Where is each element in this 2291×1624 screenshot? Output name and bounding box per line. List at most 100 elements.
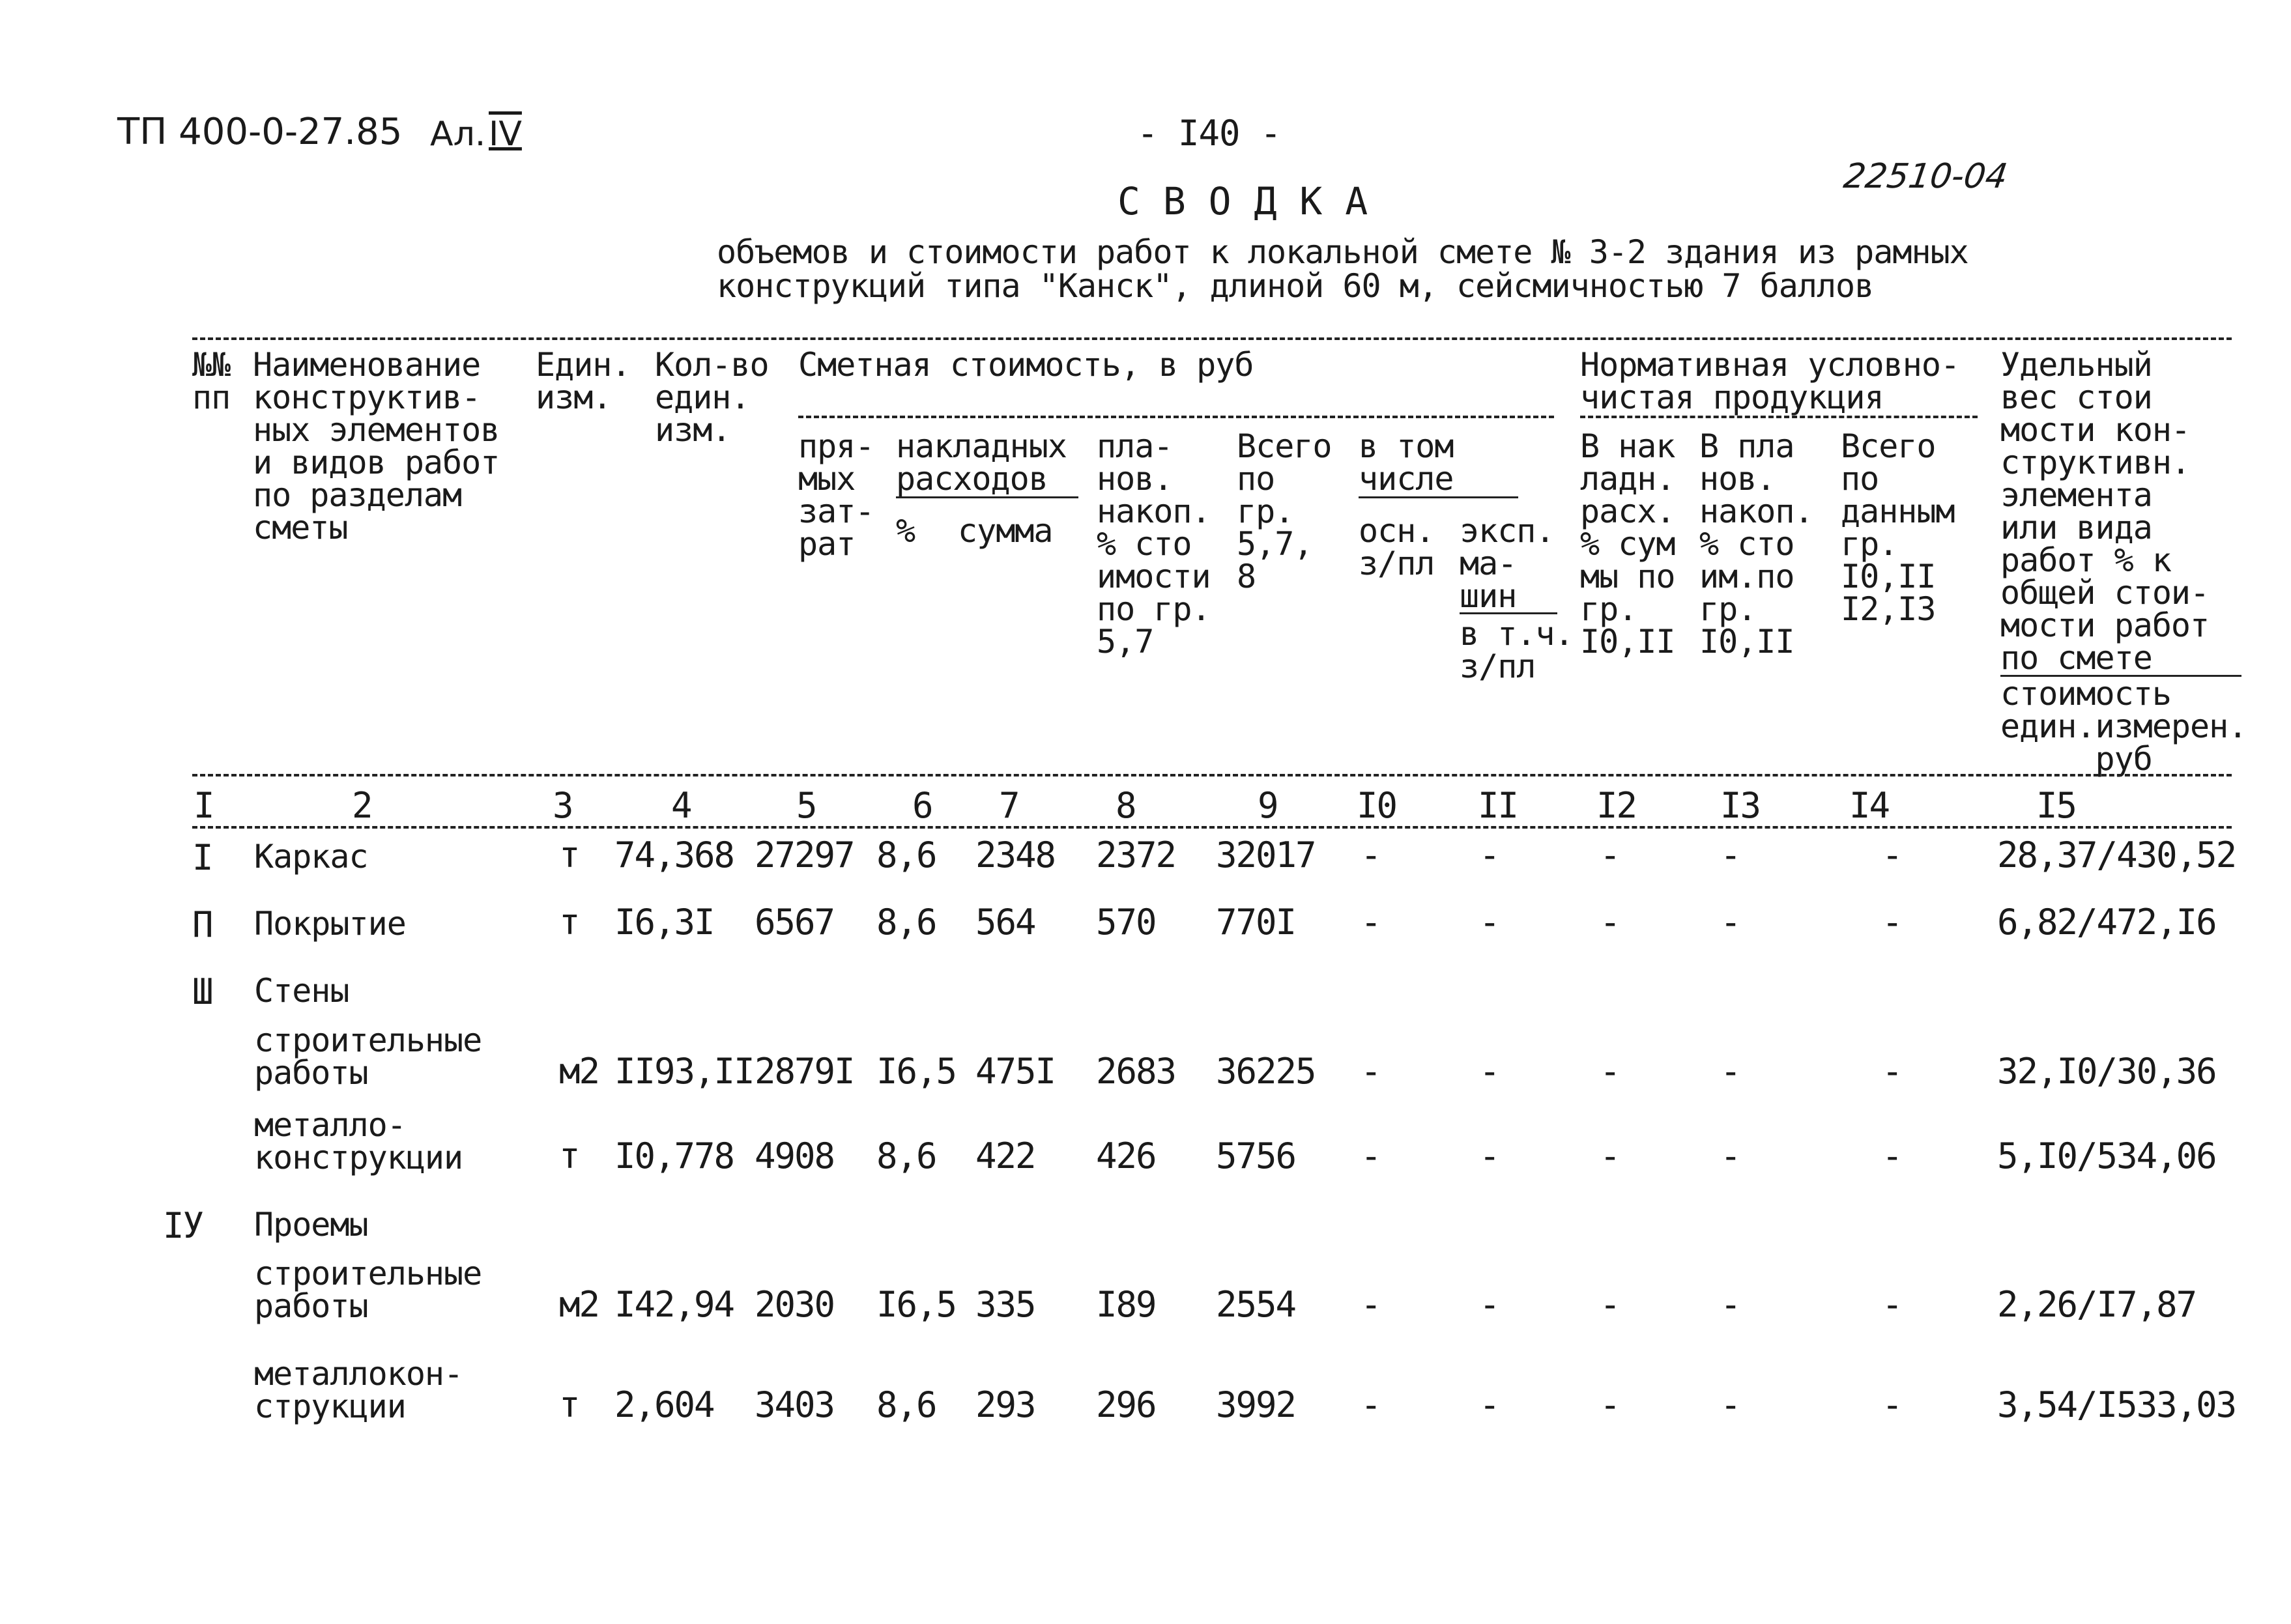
page-number: - I40 -	[1137, 113, 1282, 154]
planned-savings-cell: 2683	[1096, 1051, 1177, 1092]
base-salary-cell: -	[1361, 1384, 1381, 1425]
unit-cell: м2	[559, 1051, 600, 1092]
norm-total-cell: -	[1882, 902, 1903, 943]
direct-cost-cell: 6567	[755, 902, 835, 943]
column-number: 2	[352, 785, 373, 826]
quantity-cell: I6,3I	[614, 902, 715, 943]
stamp-number: 22510-04	[1841, 157, 2010, 196]
column-number: I2	[1596, 785, 1637, 826]
unit-cell: м2	[559, 1284, 600, 1325]
subtitle-line-1: объемов и стоимости работ к локальной см…	[717, 233, 1969, 271]
base-salary-cell: -	[1361, 1284, 1381, 1325]
base-salary-cell: -	[1361, 1051, 1381, 1092]
item-name: металло- конструкции	[254, 1106, 463, 1176]
total-cost-cell: 2554	[1216, 1284, 1297, 1325]
total-cost-cell: 36225	[1216, 1051, 1317, 1092]
item-name: строительные работы	[254, 1021, 482, 1092]
header-col-13: В пла нов. накоп. % сто им.по гр. I0,II	[1699, 427, 1814, 661]
base-salary-cell: -	[1361, 902, 1381, 943]
planned-savings-cell: 426	[1096, 1135, 1157, 1176]
divider	[1359, 496, 1518, 498]
item-name: Покрытие	[254, 905, 407, 943]
item-name: Каркас	[254, 838, 369, 876]
unit-cell: т	[559, 834, 580, 876]
unit-cell: т	[559, 1384, 580, 1425]
quantity-cell: I0,778	[614, 1135, 735, 1176]
column-number: 7	[999, 785, 1020, 826]
row-number: IУ	[163, 1205, 204, 1246]
overhead-sum-cell: 475I	[975, 1051, 1056, 1092]
norm-total-cell: -	[1882, 1284, 1903, 1325]
norm-overhead-cell: -	[1600, 1051, 1621, 1092]
item-name: строительные работы	[254, 1255, 482, 1325]
total-cost-cell: 5756	[1216, 1135, 1297, 1176]
overhead-percent-cell: I6,5	[876, 1284, 957, 1325]
header-group-norm: Нормативная условно- чистая продукция	[1580, 346, 1960, 416]
direct-cost-cell: 2030	[755, 1284, 835, 1325]
overhead-sum-cell: 564	[975, 902, 1037, 943]
header-col-11-bottom: в т.ч. з/пл	[1460, 615, 1574, 685]
header-col-14: Всего по данным гр. I0,II I2,I3	[1841, 427, 1955, 628]
planned-savings-cell: 296	[1096, 1384, 1157, 1425]
norm-total-cell: -	[1882, 834, 1903, 876]
divider	[192, 826, 2232, 829]
divider	[896, 496, 1078, 498]
norm-total-cell: -	[1882, 1051, 1903, 1092]
machine-operation-cell: -	[1479, 1384, 1500, 1425]
header-col-15-bottom: стоимость един.измерен. руб	[2000, 675, 2247, 778]
quantity-cell: 2,604	[614, 1384, 715, 1425]
column-number: 9	[1258, 785, 1278, 826]
share-cost-cell: 6,82/472,I6	[1997, 902, 2217, 943]
header-col-10: осн. з/пл	[1359, 512, 1435, 582]
column-number: 4	[671, 785, 692, 826]
header-overhead-group: накладных расходов	[896, 427, 1067, 498]
header-col-5: пря- мых зат- рат	[798, 427, 874, 563]
header-col-1: №№ пп	[192, 346, 231, 416]
document-code: ТП 400-0-27.85	[117, 111, 403, 153]
quantity-cell: II93,II	[614, 1051, 755, 1092]
quantity-cell: 74,368	[614, 834, 735, 876]
overhead-sum-cell: 422	[975, 1135, 1037, 1176]
share-cost-cell: 5,I0/534,06	[1997, 1135, 2217, 1176]
overhead-percent-cell: 8,6	[876, 1384, 938, 1425]
header-col-2: Наименование конструктив- ных элементов …	[253, 346, 500, 547]
norm-planned-cell: -	[1720, 834, 1741, 876]
column-number: 6	[912, 785, 933, 826]
machine-operation-cell: -	[1479, 1051, 1500, 1092]
header-col-15-top: Удельный вес стои мости кон- структивн. …	[2000, 346, 2210, 677]
norm-overhead-cell: -	[1600, 834, 1621, 876]
norm-total-cell: -	[1882, 1384, 1903, 1425]
overhead-sum-cell: 2348	[975, 834, 1056, 876]
header-col-12: В нак ладн. расх. % сум мы по гр. I0,II	[1580, 427, 1676, 661]
base-salary-cell: -	[1361, 1135, 1381, 1176]
column-number: 8	[1116, 785, 1136, 826]
norm-overhead-cell: -	[1600, 1135, 1621, 1176]
header-col-4: Кол-во един. изм.	[655, 346, 770, 449]
overhead-percent-cell: 8,6	[876, 834, 938, 876]
unit-cell: т	[559, 902, 580, 943]
header-col-8: пла- нов. накоп. % сто имости по гр. 5,7	[1097, 427, 1211, 661]
norm-planned-cell: -	[1720, 1135, 1741, 1176]
header-col-6: %	[896, 512, 915, 550]
row-number: I	[192, 837, 213, 878]
norm-overhead-cell: -	[1600, 1284, 1621, 1325]
divider	[192, 337, 2232, 340]
direct-cost-cell: 2879I	[755, 1051, 856, 1092]
direct-cost-cell: 4908	[755, 1135, 835, 1176]
direct-cost-cell: 3403	[755, 1384, 835, 1425]
subtitle-line-2: конструкций типа "Канск", длиной 60 м, с…	[717, 267, 1874, 305]
column-number: I0	[1357, 785, 1398, 826]
planned-savings-cell: 2372	[1096, 834, 1177, 876]
divider	[192, 774, 2232, 776]
quantity-cell: I42,94	[614, 1284, 735, 1325]
overhead-percent-cell: 8,6	[876, 1135, 938, 1176]
share-cost-cell: 2,26/I7,87	[1997, 1284, 2197, 1325]
machine-operation-cell: -	[1479, 1135, 1500, 1176]
share-cost-cell: 32,I0/30,36	[1997, 1051, 2217, 1092]
norm-planned-cell: -	[1720, 1051, 1741, 1092]
share-cost-cell: 28,37/430,52	[1997, 834, 2237, 876]
header-col-3: Един. изм.	[536, 346, 631, 416]
row-number: Ш	[192, 971, 213, 1012]
total-cost-cell: 32017	[1216, 834, 1317, 876]
machine-operation-cell: -	[1479, 902, 1500, 943]
